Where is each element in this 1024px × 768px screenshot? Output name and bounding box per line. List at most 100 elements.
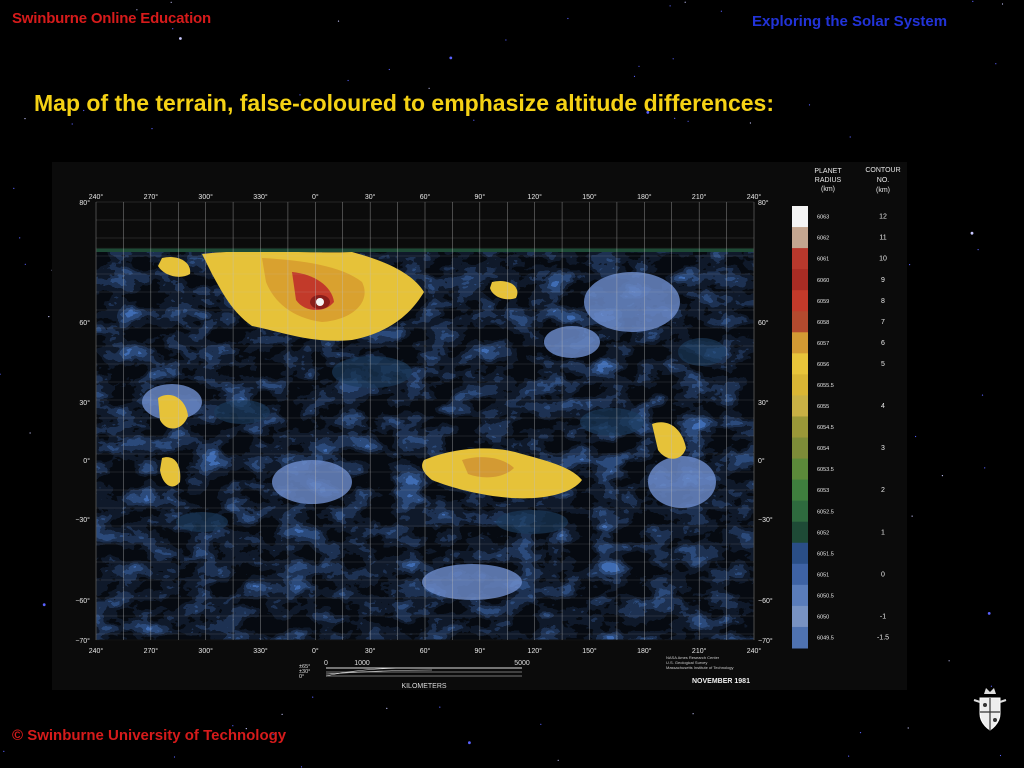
star: [909, 264, 911, 266]
scale-tick-label: 1000: [354, 660, 370, 667]
star: [995, 63, 997, 65]
star: [0, 373, 1, 375]
terrain-map-image: 240° 270° 300° 330° 0° 30° 60° 90° 120° 150° 180° 2…: [75, 167, 900, 690]
legend-contour-label: 8: [881, 298, 885, 305]
brand-header: Swinburne Online Education: [12, 10, 211, 27]
star: [312, 696, 314, 698]
slide-title: Map of the terrain, false-coloured to em…: [34, 90, 774, 116]
legend-swatch: [792, 437, 808, 460]
star: [29, 432, 31, 434]
star: [674, 117, 676, 119]
scale-lat-mark: 0°: [299, 674, 304, 680]
star: [540, 723, 542, 725]
latitude-label: 30°: [758, 399, 769, 407]
star: [808, 104, 811, 106]
latitude-label: −70°: [75, 637, 90, 645]
longitude-label: 90°: [475, 647, 486, 655]
legend-swatch: [792, 248, 808, 270]
legend-color-swatches: [792, 206, 808, 649]
legend-swatch: [792, 269, 808, 291]
longitude-label: 240°: [747, 647, 762, 655]
star: [24, 263, 26, 265]
legend-contour-label: 7: [881, 319, 885, 326]
scale-bar: ±65°±30°0° 0 1000 5000 KILOMETERS: [299, 660, 530, 690]
longitude-label: 60°: [420, 647, 431, 655]
longitude-label: 150°: [582, 193, 597, 201]
legend-radius-header: PLANET RADIUS (km): [814, 168, 842, 193]
latitude-label: −30°: [758, 516, 773, 524]
star: [428, 87, 430, 89]
map-credit: NASA Ames Research Center U.S. Geologica…: [666, 655, 750, 685]
svg-text:Massachusetts Institute of Tec: Massachusetts Institute of Technology: [666, 665, 734, 670]
latitude-label: −60°: [758, 597, 773, 605]
longitude-label: 210°: [692, 647, 707, 655]
legend-contour-label: 3: [881, 445, 885, 452]
latitude-label: 60°: [79, 319, 90, 327]
longitude-label: 120°: [527, 193, 542, 201]
latitude-labels-left: 80° 60° 30° 0° −30° −60° −70°: [75, 199, 90, 645]
longitude-label: 150°: [582, 647, 597, 655]
map-date: NOVEMBER 1981: [692, 678, 750, 685]
legend-swatch: [792, 584, 808, 607]
star: [687, 120, 689, 122]
legend-radius-label: 6054: [817, 446, 829, 452]
scale-tick-label: 0: [324, 660, 328, 667]
star: [984, 467, 986, 469]
latitude-label: 60°: [758, 319, 769, 327]
longitude-label: 330°: [253, 193, 268, 201]
legend-radius-label: 6055: [817, 404, 829, 410]
star: [19, 237, 21, 239]
longitude-label: 240°: [89, 193, 104, 201]
legend-swatch: [792, 290, 808, 312]
legend-swatch: [792, 563, 808, 586]
star: [557, 759, 559, 761]
star: [749, 122, 752, 124]
star: [987, 612, 991, 615]
legend-swatch: [792, 311, 808, 333]
star: [970, 231, 974, 235]
star: [981, 394, 984, 396]
legend-radius-label: 6061: [817, 257, 829, 263]
longitude-label: 300°: [198, 647, 213, 655]
legend-radius-label: 6050: [817, 615, 829, 621]
longitude-label: 120°: [527, 647, 542, 655]
legend-contour-label: 9: [881, 277, 885, 284]
latitude-label: 0°: [758, 457, 765, 465]
legend-radius-label: 6062: [817, 236, 829, 242]
longitude-label: 90°: [475, 193, 486, 201]
star: [638, 65, 640, 67]
star: [170, 1, 172, 3]
legend-radius-label: 6052: [817, 530, 829, 536]
star: [907, 727, 909, 729]
legend-swatch: [792, 332, 808, 354]
legend-contour-label: 2: [881, 487, 885, 494]
longitude-label: 30°: [365, 647, 376, 655]
latitude-label: 80°: [758, 199, 769, 207]
star: [633, 75, 636, 77]
latitude-label: −30°: [75, 516, 90, 524]
star: [672, 58, 674, 60]
star: [449, 56, 453, 60]
legend-swatch: [792, 206, 808, 228]
legend-contour-label: 12: [879, 214, 887, 221]
legend-radius-label: 6057: [817, 341, 829, 347]
star: [172, 28, 174, 30]
university-crest-logo: [973, 688, 1007, 731]
longitude-labels-top: 240° 270° 300° 330° 0° 30° 60° 90° 120° 150° 180° 2…: [89, 193, 762, 201]
legend-radius-label: 6053: [817, 488, 829, 494]
star: [281, 713, 283, 716]
legend-header-text: PLANET: [814, 168, 842, 175]
star: [972, 0, 974, 2]
latitude-label: −60°: [75, 597, 90, 605]
legend-swatch: [792, 605, 808, 628]
star: [977, 249, 979, 251]
star: [567, 17, 569, 20]
legend-swatch: [792, 416, 808, 439]
legend-swatch: [792, 374, 808, 396]
star: [3, 750, 5, 753]
star: [684, 1, 686, 3]
legend-swatch: [792, 521, 808, 544]
legend-header-text: CONTOUR: [865, 167, 900, 174]
legend-radius-label: 6051: [817, 572, 829, 578]
legend-radius-label: 6050.5: [817, 593, 834, 599]
